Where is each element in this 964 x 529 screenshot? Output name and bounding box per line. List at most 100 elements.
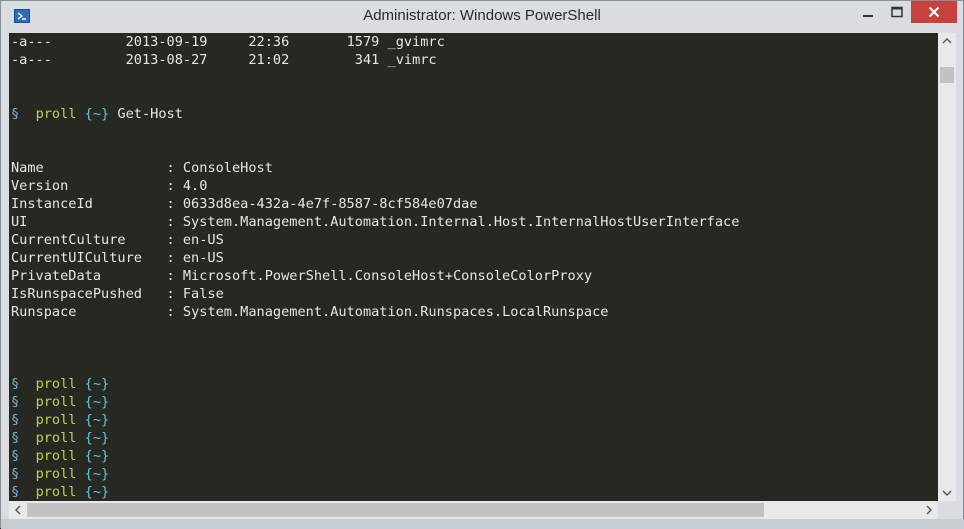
file-row: -a--- 2013-09-19 22:36 1579 _gvimrc	[11, 33, 445, 51]
prompt-line: § proll {~}	[11, 393, 109, 411]
file-mode: -a---	[11, 52, 52, 68]
prompt-user: proll	[35, 466, 77, 482]
horizontal-scroll-thumb[interactable]	[27, 503, 764, 517]
host-property-key: InstanceId	[11, 196, 93, 212]
host-property-separator: :	[76, 304, 183, 320]
host-property-separator: :	[141, 286, 183, 302]
host-property-row: Name : ConsoleHost	[11, 159, 273, 177]
prompt-path: {~}	[84, 484, 110, 500]
scroll-left-button[interactable]	[9, 502, 27, 518]
prompt-user: proll	[35, 106, 77, 122]
prompt-path: {~}	[84, 394, 110, 410]
prompt-symbol: §	[11, 412, 20, 428]
prompt-symbol: §	[11, 448, 20, 464]
prompt-path: {~}	[84, 466, 110, 482]
host-property-separator: :	[27, 214, 183, 230]
prompt-user: proll	[35, 484, 77, 500]
prompt-path: {~}	[84, 376, 110, 392]
host-property-key: Runspace	[11, 304, 77, 320]
arrow-right-icon	[926, 505, 932, 515]
host-property-row: Runspace : System.Management.Automation.…	[11, 303, 608, 321]
arrow-up-icon	[942, 38, 952, 44]
host-property-value: ConsoleHost	[182, 160, 273, 176]
host-property-key: Name	[11, 160, 44, 176]
prompt-symbol: §	[11, 106, 20, 122]
host-property-separator: :	[43, 160, 183, 176]
maximize-icon	[891, 6, 903, 18]
scroll-right-button[interactable]	[920, 502, 938, 518]
file-size: 341	[354, 52, 380, 68]
vertical-scrollbar[interactable]	[938, 33, 956, 501]
host-property-key: PrivateData	[11, 268, 102, 284]
window-title: Administrator: Windows PowerShell	[363, 7, 601, 24]
file-name: _vimrc	[387, 52, 437, 68]
arrow-down-icon	[942, 490, 952, 496]
command-prompt-line: § proll {~} Get-Host	[11, 105, 183, 123]
host-property-row: UI : System.Management.Automation.Intern…	[11, 213, 739, 231]
prompt-line: § proll {~}	[11, 375, 109, 393]
prompt-line: § proll {~}	[11, 411, 109, 429]
file-mode: -a---	[11, 34, 52, 50]
host-property-value: en-US	[182, 232, 224, 248]
file-date: 2013-08-27	[125, 52, 208, 68]
prompt-user: proll	[35, 448, 77, 464]
prompt-line: § proll {~}	[11, 483, 109, 501]
prompt-command: Get-Host	[117, 106, 183, 122]
title-bar[interactable]: Administrator: Windows PowerShell	[1, 1, 963, 33]
scroll-up-button[interactable]	[938, 33, 956, 49]
prompt-path: {~}	[84, 430, 110, 446]
prompt-symbol: §	[11, 466, 20, 482]
prompt-symbol: §	[11, 394, 20, 410]
host-property-separator: :	[92, 196, 183, 212]
host-property-separator: :	[125, 232, 183, 248]
host-property-key: CurrentUICulture	[11, 250, 142, 266]
console-output[interactable]: -a--- 2013-09-19 22:36 1579 _gvimrc -a--…	[9, 33, 938, 501]
file-time: 22:36	[248, 34, 290, 50]
prompt-user: proll	[35, 376, 77, 392]
horizontal-scrollbar[interactable]	[9, 501, 938, 519]
host-property-row: PrivateData : Microsoft.PowerShell.Conso…	[11, 267, 592, 285]
arrow-left-icon	[15, 505, 21, 515]
host-property-row: Version : 4.0	[11, 177, 207, 195]
host-property-key: IsRunspacePushed	[11, 286, 142, 302]
maximize-button[interactable]	[883, 1, 911, 23]
host-property-row: IsRunspacePushed : False	[11, 285, 224, 303]
host-property-row: InstanceId : 0633d8ea-432a-4e7f-8587-8cf…	[11, 195, 478, 213]
host-property-row: CurrentCulture : en-US	[11, 231, 224, 249]
prompt-user: proll	[35, 394, 77, 410]
prompt-user: proll	[35, 412, 77, 428]
prompt-line: § proll {~}	[11, 429, 109, 447]
prompt-path: {~}	[84, 106, 110, 122]
close-button[interactable]	[911, 1, 957, 23]
host-property-value: System.Management.Automation.Internal.Ho…	[182, 214, 740, 230]
host-property-value: Microsoft.PowerShell.ConsoleHost+Console…	[182, 268, 593, 284]
prompt-user: proll	[35, 430, 77, 446]
host-property-row: CurrentUICulture : en-US	[11, 249, 224, 267]
file-row: -a--- 2013-08-27 21:02 341 _vimrc	[11, 51, 437, 69]
host-property-key: Version	[11, 178, 69, 194]
host-property-key: CurrentCulture	[11, 232, 126, 248]
scroll-down-button[interactable]	[938, 485, 956, 501]
minimize-icon	[863, 15, 873, 17]
prompt-line: § proll {~}	[11, 465, 109, 483]
prompt-path: {~}	[84, 448, 110, 464]
host-property-value: 0633d8ea-432a-4e7f-8587-8cf584e07dae	[182, 196, 478, 212]
file-date: 2013-09-19	[125, 34, 208, 50]
prompt-line: § proll {~}	[11, 447, 109, 465]
host-property-value: False	[182, 286, 224, 302]
scrollbar-corner	[938, 501, 956, 519]
host-property-value: 4.0	[182, 178, 208, 194]
file-size: 1579	[346, 34, 380, 50]
vertical-scroll-thumb[interactable]	[940, 67, 954, 83]
prompt-path: {~}	[84, 412, 110, 428]
prompt-symbol: §	[11, 484, 20, 500]
host-property-separator: :	[141, 250, 183, 266]
host-property-separator: :	[101, 268, 183, 284]
prompt-symbol: §	[11, 376, 20, 392]
prompt-symbol: §	[11, 430, 20, 446]
powershell-window: Administrator: Windows PowerShell -a--- …	[0, 0, 964, 529]
close-icon	[928, 6, 940, 18]
host-property-key: UI	[11, 214, 28, 230]
minimize-button[interactable]	[854, 1, 882, 23]
host-property-separator: :	[68, 178, 183, 194]
